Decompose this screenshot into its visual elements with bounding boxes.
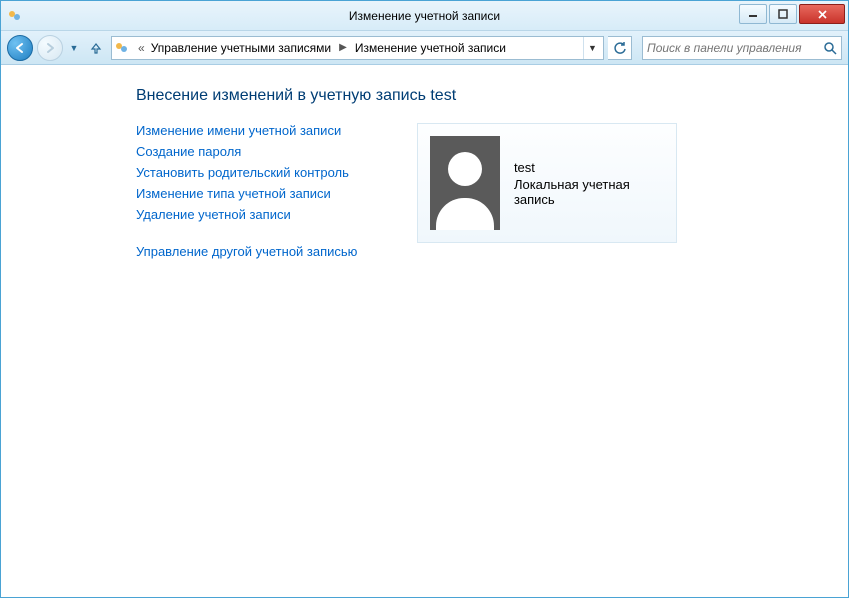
link-create-password[interactable]: Создание пароля [136, 144, 357, 159]
search-input[interactable] [647, 41, 823, 55]
maximize-button[interactable] [769, 4, 797, 24]
refresh-icon [613, 41, 627, 55]
minimize-button[interactable] [739, 4, 767, 24]
link-change-name[interactable]: Изменение имени учетной записи [136, 123, 357, 138]
back-button[interactable] [7, 35, 33, 61]
window-title: Изменение учетной записи [1, 9, 848, 23]
user-accounts-icon [114, 40, 130, 56]
breadcrumb-item-change[interactable]: Изменение учетной записи [353, 41, 508, 55]
close-button[interactable] [799, 4, 845, 24]
history-dropdown[interactable]: ▼ [67, 35, 81, 61]
forward-button[interactable] [37, 35, 63, 61]
chevron-right-icon: ▶ [339, 42, 347, 53]
address-dropdown[interactable]: ▼ [583, 37, 601, 59]
user-account-type: Локальная учетная запись [514, 177, 665, 207]
avatar [430, 136, 500, 230]
arrow-up-icon [89, 41, 103, 55]
page-heading: Внесение изменений в учетную запись test [136, 87, 848, 105]
title-bar: Изменение учетной записи [1, 1, 848, 31]
breadcrumb-overflow-icon[interactable]: « [138, 41, 145, 55]
refresh-button[interactable] [608, 36, 632, 60]
link-parental-control[interactable]: Установить родительский контроль [136, 165, 357, 180]
maximize-icon [778, 9, 788, 19]
address-bar[interactable]: « Управление учетными записями ▶ Изменен… [111, 36, 604, 60]
arrow-left-icon [13, 41, 27, 55]
close-icon [817, 9, 828, 20]
link-change-type[interactable]: Изменение типа учетной записи [136, 186, 357, 201]
arrow-right-icon [43, 41, 57, 55]
link-delete-account[interactable]: Удаление учетной записи [136, 207, 357, 222]
action-links: Изменение имени учетной записи Создание … [136, 123, 357, 259]
navigation-bar: ▼ « Управление учетными записями ▶ Измен… [1, 31, 848, 65]
link-manage-other[interactable]: Управление другой учетной записью [136, 244, 357, 259]
minimize-icon [748, 9, 758, 19]
search-box[interactable] [642, 36, 842, 60]
breadcrumb-item-accounts[interactable]: Управление учетными записями [149, 41, 333, 55]
app-icon [7, 8, 23, 24]
up-button[interactable] [85, 37, 107, 59]
user-info: test Локальная учетная запись [514, 160, 665, 207]
search-icon[interactable] [823, 41, 837, 55]
user-name: test [514, 160, 665, 175]
content-area: Внесение изменений в учетную запись test… [1, 65, 848, 597]
user-card: test Локальная учетная запись [417, 123, 677, 243]
